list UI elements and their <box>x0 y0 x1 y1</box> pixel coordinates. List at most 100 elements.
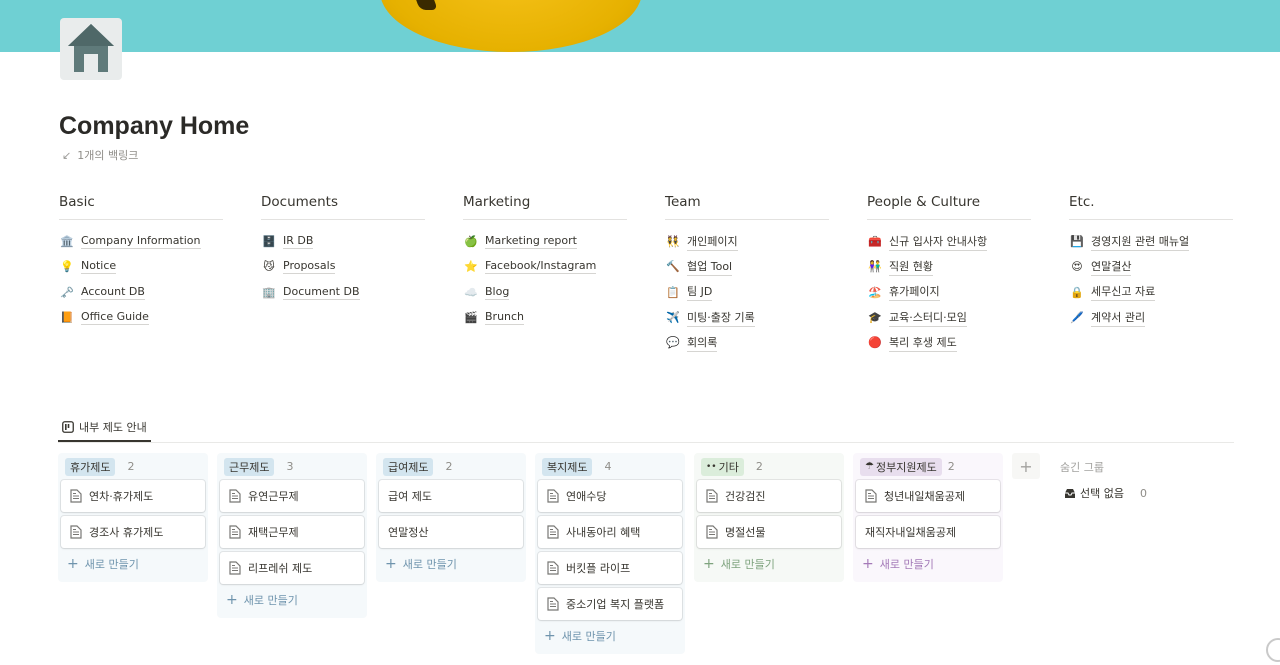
new-card-label: 새로 만들기 <box>720 558 775 571</box>
group-count: 4 <box>604 460 612 473</box>
column-heading: Team <box>665 194 829 220</box>
links-column-documents: Documents 🗄️ IR DB 😼 Proposals 🏢 Document D… <box>261 194 425 305</box>
link-collab-tool[interactable]: 🔨 협업 Tool <box>665 254 829 279</box>
group-tag: ☂ 정부지원제도 <box>860 457 942 476</box>
tab-board-view[interactable]: 내부 제도 안내 <box>58 414 151 442</box>
orange-book-icon: 📙 <box>60 311 74 325</box>
link-label: 계약서 관리 <box>1091 309 1146 327</box>
link-contracts[interactable]: 🖊️ 계약서 관리 <box>1069 305 1233 330</box>
document-icon <box>547 561 559 575</box>
link-tax-filing[interactable]: 🔒 세무신고 자료 <box>1069 280 1233 305</box>
board-card[interactable]: 버킷플 라이프 <box>538 552 682 584</box>
new-card-label: 새로 만들기 <box>84 558 139 571</box>
new-card-button[interactable]: + 새로 만들기 <box>538 624 682 648</box>
column-heading: Marketing <box>463 194 627 220</box>
column-heading: Etc. <box>1069 194 1233 220</box>
new-card-label: 새로 만들기 <box>402 558 457 571</box>
group-header[interactable]: •• 기타 2 <box>697 457 841 476</box>
backlinks[interactable]: ↙ 1개의 백링크 <box>62 147 138 163</box>
hidden-group-no-selection[interactable]: 선택 없음 0 <box>1064 485 1147 501</box>
board-card[interactable]: 재택근무제 <box>220 516 364 548</box>
links-column-team: Team 👯 개인페이지 🔨 협업 Tool 📋 팀 JD ✈️ 미팅·출장 기록 💬 회… <box>665 194 829 355</box>
new-card-button[interactable]: + 새로 만들기 <box>856 552 1000 576</box>
new-card-label: 새로 만들기 <box>879 558 934 571</box>
board-group-welfare: 복지제도 4 연애수당 사내동아리 혜택 버킷플 라이프 중소기업 복지 플랫폼… <box>535 453 685 654</box>
link-year-end[interactable]: 😍 연말결산 <box>1069 254 1233 279</box>
link-facebook-instagram[interactable]: ⭐ Facebook/Instagram <box>463 254 627 279</box>
link-label: 직원 현황 <box>889 258 933 276</box>
link-account-db[interactable]: 🗝️ Account DB <box>59 280 223 305</box>
board-card[interactable]: 사내동아리 혜택 <box>538 516 682 548</box>
link-company-information[interactable]: 🏛️ Company Information <box>59 229 223 254</box>
group-header[interactable]: 복지제도 4 <box>538 457 682 476</box>
link-proposals[interactable]: 😼 Proposals <box>261 254 425 279</box>
group-header[interactable]: 근무제도 3 <box>220 457 364 476</box>
link-document-db[interactable]: 🏢 Document DB <box>261 280 425 305</box>
board-card[interactable]: 명절선물 <box>697 516 841 548</box>
link-staff-status[interactable]: 👫 직원 현황 <box>867 254 1031 279</box>
board-group-salary: 급여제도 2 급여 제도 연말정산 + 새로 만들기 <box>376 453 526 582</box>
link-label: 개인페이지 <box>687 233 738 251</box>
new-card-label: 새로 만들기 <box>243 594 298 607</box>
group-header[interactable]: 휴가제도 2 <box>61 457 205 476</box>
link-notice[interactable]: 💡 Notice <box>59 254 223 279</box>
link-minutes[interactable]: 💬 회의록 <box>665 330 829 355</box>
link-vacation-page[interactable]: 🏖️ 휴가페이지 <box>867 280 1031 305</box>
board-card[interactable]: 유연근무제 <box>220 480 364 512</box>
group-tag: •• 기타 <box>701 457 744 476</box>
link-label: Facebook/Instagram <box>485 259 597 275</box>
link-onboarding[interactable]: 🧰 신규 입사자 안내사항 <box>867 229 1031 254</box>
office-building-icon: 🏢 <box>262 285 276 299</box>
board-card[interactable]: 건강검진 <box>697 480 841 512</box>
board-card[interactable]: 재직자내일채움공제 <box>856 516 1000 548</box>
add-group-button[interactable]: + <box>1012 453 1040 479</box>
link-welfare[interactable]: 🔴 복리 후생 제도 <box>867 330 1031 355</box>
link-education-study[interactable]: 🎓 교육·스터디·모임 <box>867 305 1031 330</box>
card-title: 명절선물 <box>725 526 766 539</box>
board-group-government: ☂ 정부지원제도 2 청년내일채움공제 재직자내일채움공제 + 새로 만들기 <box>853 453 1003 582</box>
column-heading: Documents <box>261 194 425 220</box>
group-header[interactable]: ☂ 정부지원제도 2 <box>856 457 1000 476</box>
link-meeting-trip-log[interactable]: ✈️ 미팅·출장 기록 <box>665 305 829 330</box>
link-personal-pages[interactable]: 👯 개인페이지 <box>665 229 829 254</box>
clapper-board-icon: 🎬 <box>464 311 478 325</box>
help-button[interactable] <box>1266 638 1280 662</box>
file-cabinet-icon: 🗄️ <box>262 235 276 249</box>
board-card[interactable]: 중소기업 복지 플랫폼 <box>538 588 682 620</box>
group-header[interactable]: 급여제도 2 <box>379 457 523 476</box>
new-card-button[interactable]: + 새로 만들기 <box>61 552 205 576</box>
link-office-guide[interactable]: 📙 Office Guide <box>59 305 223 330</box>
board-card[interactable]: 청년내일채움공제 <box>856 480 1000 512</box>
board-card[interactable]: 연말정산 <box>379 516 523 548</box>
links-column-people-culture: People & Culture 🧰 신규 입사자 안내사항 👫 직원 현황 🏖️ 휴… <box>867 194 1031 355</box>
card-title: 연차·휴가제도 <box>89 490 154 503</box>
link-management-manual[interactable]: 💾 경영지원 관련 매뉴얼 <box>1069 229 1233 254</box>
link-label: 신규 입사자 안내사항 <box>889 233 988 251</box>
link-ir-db[interactable]: 🗄️ IR DB <box>261 229 425 254</box>
new-card-button[interactable]: + 새로 만들기 <box>220 588 364 612</box>
board-card[interactable]: 연차·휴가제도 <box>61 480 205 512</box>
house-icon[interactable] <box>60 18 122 80</box>
link-blog[interactable]: ☁️ Blog <box>463 280 627 305</box>
link-marketing-report[interactable]: 🍏 Marketing report <box>463 229 627 254</box>
plus-icon: + <box>862 556 874 572</box>
couple-icon: 👫 <box>868 260 882 274</box>
link-team-jd[interactable]: 📋 팀 JD <box>665 280 829 305</box>
board-card[interactable]: 연애수당 <box>538 480 682 512</box>
link-brunch[interactable]: 🎬 Brunch <box>463 305 627 330</box>
group-count: 3 <box>286 460 294 473</box>
board-card[interactable]: 급여 제도 <box>379 480 523 512</box>
new-card-button[interactable]: + 새로 만들기 <box>379 552 523 576</box>
new-card-label: 새로 만들기 <box>561 630 616 643</box>
group-tag-label: 기타 <box>718 460 739 474</box>
group-count: 2 <box>127 460 135 473</box>
new-card-button[interactable]: + 새로 만들기 <box>697 552 841 576</box>
link-label: 세무신고 자료 <box>1091 283 1156 302</box>
link-label: Brunch <box>485 310 525 326</box>
card-title: 유연근무제 <box>248 490 299 503</box>
board-card[interactable]: 경조사 휴가제도 <box>61 516 205 548</box>
board-card[interactable]: 리프레쉬 제도 <box>220 552 364 584</box>
graduation-cap-icon: 🎓 <box>868 311 882 325</box>
plus-icon: + <box>385 556 397 572</box>
hammer-icon: 🔨 <box>666 260 680 274</box>
